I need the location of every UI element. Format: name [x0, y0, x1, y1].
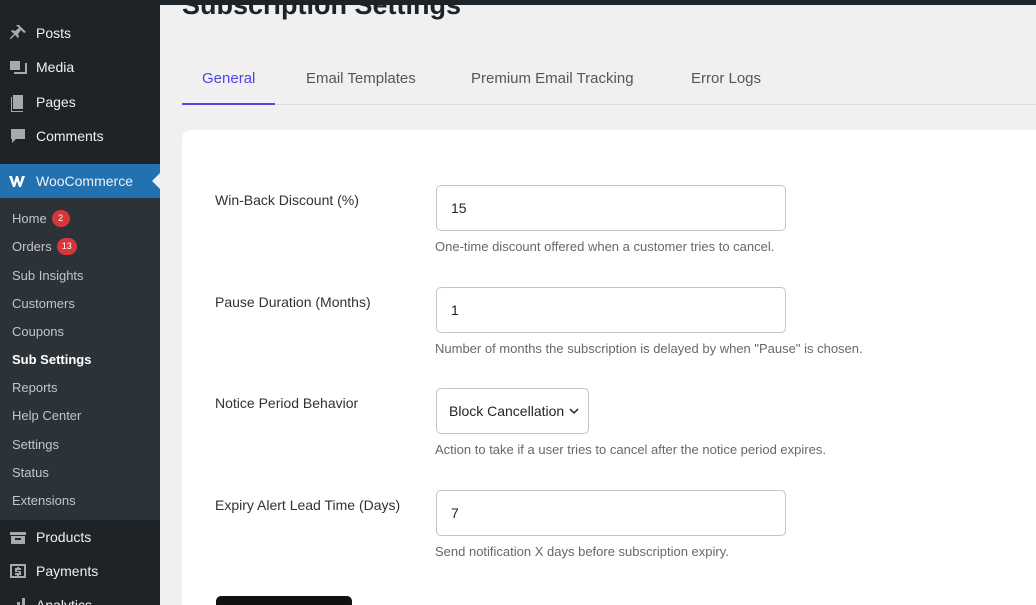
pause-duration-input[interactable]: 1 [436, 287, 786, 333]
submenu-item-sub-insights[interactable]: Sub Insights [12, 265, 84, 285]
notice-period-select[interactable]: Block Cancellation [436, 388, 589, 434]
submenu-label: Sub Insights [12, 267, 84, 283]
submenu-label: Help Center [12, 407, 82, 423]
sidebar-item-label: Payments [36, 563, 99, 579]
sidebar-item-label: Media [36, 59, 75, 75]
sidebar-item-products[interactable]: Products [0, 520, 160, 554]
expiry-alert-help: Send notification X days before subscrip… [435, 544, 729, 559]
submenu-item-home[interactable]: Home 2 [12, 208, 70, 228]
submenu-label: Orders [12, 238, 52, 254]
notice-period-value: Block Cancellation [449, 403, 565, 419]
submenu-label: Reports [12, 379, 58, 395]
notice-period-help: Action to take if a user tries to cancel… [435, 442, 826, 457]
media-icon [8, 57, 28, 77]
win-back-help: One-time discount offered when a custome… [435, 239, 775, 254]
submenu-item-orders[interactable]: Orders 13 [12, 236, 77, 256]
count-badge: 13 [56, 237, 77, 255]
sidebar-item-label: Pages [36, 94, 76, 110]
sidebar-item-woocommerce[interactable]: WooCommerce [0, 164, 160, 198]
submenu-label: Extensions [12, 492, 76, 508]
sidebar-item-label: Products [36, 529, 92, 545]
sidebar-item-label: Posts [36, 25, 72, 41]
win-back-discount-input[interactable]: 15 [436, 185, 786, 231]
pages-icon [8, 92, 28, 112]
submenu-label: Coupons [12, 323, 65, 339]
submenu-label: Sub Settings [12, 351, 92, 367]
submenu-item-sub-settings[interactable]: Sub Settings [12, 349, 91, 369]
sidebar-item-comments[interactable]: Comments [0, 119, 160, 153]
expiry-alert-input[interactable]: 7 [436, 490, 786, 536]
sidebar-item-media[interactable]: Media [0, 50, 160, 84]
settings-tabs: General Email Templates Premium Email Tr… [182, 53, 1036, 105]
payments-icon [8, 561, 28, 581]
tab-email-templates[interactable]: Email Templates [306, 53, 416, 105]
notice-period-label: Notice Period Behavior [215, 395, 359, 411]
submenu-item-status[interactable]: Status [12, 462, 49, 482]
submenu-item-help-center[interactable]: Help Center [12, 405, 81, 425]
expiry-alert-label: Expiry Alert Lead Time (Days) [215, 497, 401, 513]
tab-general[interactable]: General [182, 53, 276, 105]
tab-premium-email-tracking[interactable]: Premium Email Tracking [471, 53, 634, 105]
page-title: Subscription Settings [182, 0, 462, 20]
submenu-item-reports[interactable]: Reports [12, 377, 58, 397]
submenu-item-settings[interactable]: Settings [12, 434, 59, 454]
submenu-item-coupons[interactable]: Coupons [12, 321, 64, 341]
sidebar-item-label: Comments [36, 128, 104, 144]
sidebar-item-label: Analytics [36, 597, 93, 605]
sidebar-item-analytics[interactable]: Analytics [0, 588, 160, 605]
sidebar-item-posts[interactable]: Posts [0, 16, 160, 50]
submenu-label: Status [12, 464, 49, 480]
chevron-down-icon [569, 408, 579, 415]
submenu-label: Settings [12, 436, 59, 452]
admin-sidebar: Posts Media Pages Comments WooCommerce H… [0, 0, 160, 605]
pin-icon [8, 23, 28, 43]
submenu-item-extensions[interactable]: Extensions [12, 490, 76, 510]
products-icon [8, 527, 28, 547]
pause-duration-label: Pause Duration (Months) [215, 294, 371, 310]
save-button[interactable] [216, 596, 352, 605]
analytics-icon [8, 595, 28, 605]
submenu-item-customers[interactable]: Customers [12, 293, 75, 313]
pause-duration-help: Number of months the subscription is del… [435, 341, 863, 356]
submenu-label: Customers [12, 295, 75, 311]
comment-icon [8, 126, 28, 146]
tab-error-logs[interactable]: Error Logs [691, 53, 761, 105]
count-badge: 2 [51, 209, 70, 227]
submenu-label: Home [12, 210, 47, 226]
woo-icon [8, 171, 28, 191]
sidebar-item-pages[interactable]: Pages [0, 85, 160, 119]
sidebar-item-payments[interactable]: Payments [0, 554, 160, 588]
sidebar-item-label: WooCommerce [36, 173, 133, 189]
woocommerce-submenu: Home 2 Orders 13 Sub Insights Customers … [0, 198, 160, 520]
win-back-label: Win-Back Discount (%) [215, 192, 359, 208]
current-menu-arrow [152, 173, 160, 189]
